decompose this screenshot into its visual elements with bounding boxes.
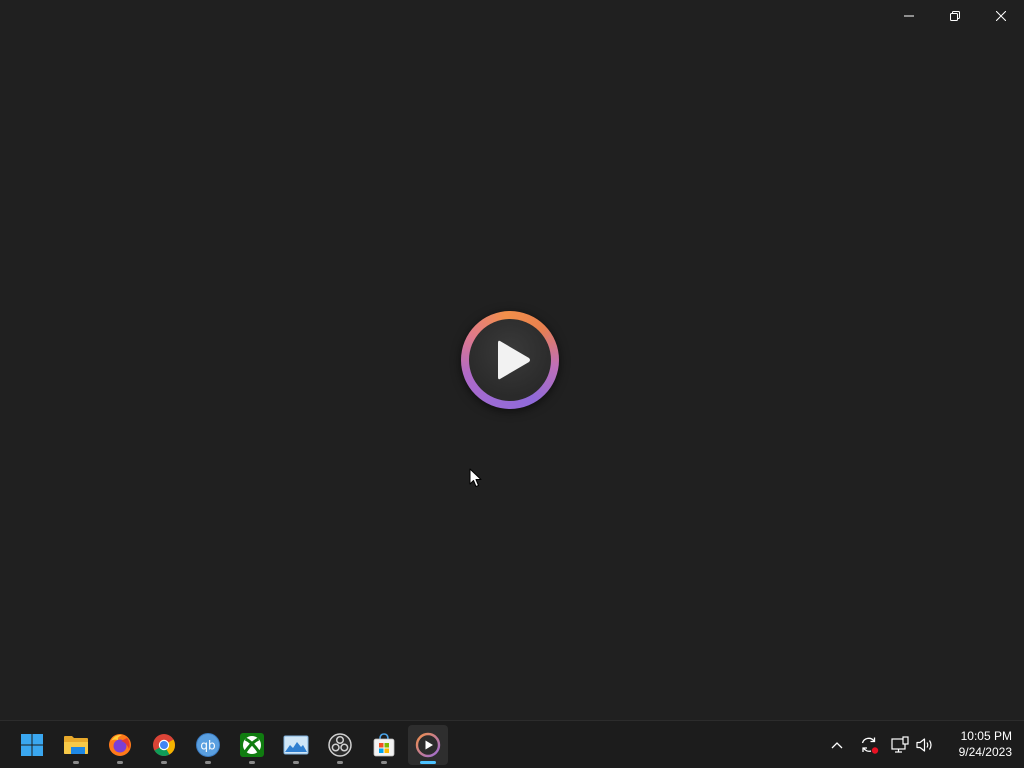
media-player-logo-icon [461,311,559,409]
minimize-button[interactable] [886,0,932,32]
running-indicator [205,761,211,764]
sync-icon [861,737,879,754]
taskbar-app-media-player[interactable] [408,725,448,765]
running-indicator [293,761,299,764]
tray-sync-button[interactable] [857,733,881,757]
close-icon [996,11,1006,21]
mouse-cursor-icon [469,468,482,487]
running-indicator [337,761,343,764]
show-hidden-icons-button[interactable] [825,733,849,757]
store-icon [373,733,395,757]
running-indicator [249,761,255,764]
active-indicator [420,761,436,764]
clock-date: 9/24/2023 [958,745,1012,759]
photos-icon [283,735,309,755]
taskbar-app-file-explorer[interactable] [56,725,96,765]
taskbar-app-obs[interactable] [320,725,360,765]
system-clock[interactable]: 10:05 PM 9/24/2023 [940,728,1012,760]
running-indicator [161,761,167,764]
volume-icon [916,738,932,752]
close-button[interactable] [978,0,1024,32]
taskbar-app-photos[interactable] [276,725,316,765]
running-indicator [381,761,387,764]
folder-icon [64,736,88,754]
qbittorrent-icon: qb [196,733,220,757]
restore-icon [950,11,960,21]
taskbar: qb 10:05 PM 9/24/2023 [0,720,1024,768]
xbox-icon [240,733,264,757]
qbittorrent-label: qb [200,739,215,753]
network-icon [891,736,909,753]
obs-icon [328,733,352,757]
chrome-icon [153,734,175,756]
taskbar-app-xbox[interactable] [232,725,272,765]
tray-network-button[interactable] [888,733,912,757]
windows-start-icon [21,734,43,756]
minimize-icon [904,15,914,17]
running-indicator [117,761,123,764]
taskbar-app-store[interactable] [364,725,404,765]
chevron-up-icon [831,742,843,749]
clock-time: 10:05 PM [960,729,1012,743]
taskbar-app-qbittorrent[interactable]: qb [188,725,228,765]
taskbar-app-firefox[interactable] [100,725,140,765]
media-player-window [0,0,1024,720]
tray-volume-button[interactable] [913,733,937,757]
taskbar-app-chrome[interactable] [144,725,184,765]
start-button[interactable] [12,725,52,765]
running-indicator [73,761,79,764]
restore-button[interactable] [932,0,978,32]
media-player-icon [415,732,441,758]
firefox-icon [109,734,131,756]
